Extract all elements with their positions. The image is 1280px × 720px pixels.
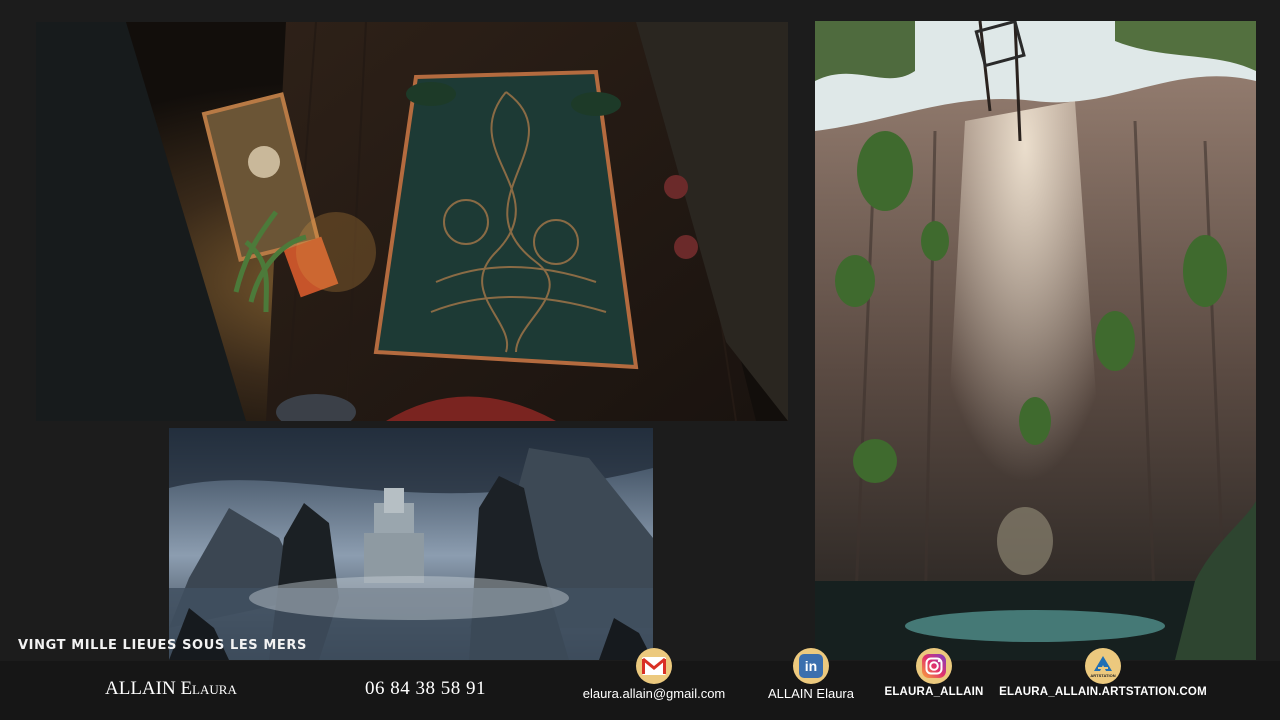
artist-name: ALLAIN Elaura [105, 678, 237, 700]
crater-cliffs-image [815, 21, 1256, 660]
contact-linkedin[interactable]: in ALLAIN Elaura [760, 648, 862, 701]
gmail-icon [636, 648, 672, 684]
contact-artstation[interactable]: ARTSTATION ELAURA_ALLAIN.ARTSTATION.COM [995, 648, 1211, 698]
instagram-icon [916, 648, 952, 684]
artwork-island-fortress[interactable] [169, 428, 653, 660]
artist-last-name: ALLAIN [105, 678, 176, 699]
artstation-icon: ARTSTATION [1085, 648, 1121, 684]
email-label: elaura.allain@gmail.com [582, 686, 726, 701]
artist-first-name: Elaura [180, 678, 237, 699]
phone-number: 06 84 38 58 91 [365, 678, 486, 699]
artwork-crater-cliffs[interactable] [815, 21, 1256, 660]
salon-interior-image [36, 22, 788, 421]
island-fortress-image [169, 428, 653, 660]
linkedin-icon: in [793, 648, 829, 684]
instagram-label: ELAURA_ALLAIN [884, 686, 984, 698]
project-title: VINGT MILLE LIEUES SOUS LES MERS [18, 638, 307, 653]
artwork-salon-interior[interactable] [36, 22, 788, 421]
contact-email[interactable]: elaura.allain@gmail.com [574, 648, 734, 701]
contact-instagram[interactable]: ELAURA_ALLAIN [880, 648, 988, 698]
artstation-wordmark: ARTSTATION [1090, 672, 1116, 678]
artstation-label: ELAURA_ALLAIN.ARTSTATION.COM [999, 686, 1207, 698]
linkedin-label: ALLAIN Elaura [768, 686, 854, 701]
